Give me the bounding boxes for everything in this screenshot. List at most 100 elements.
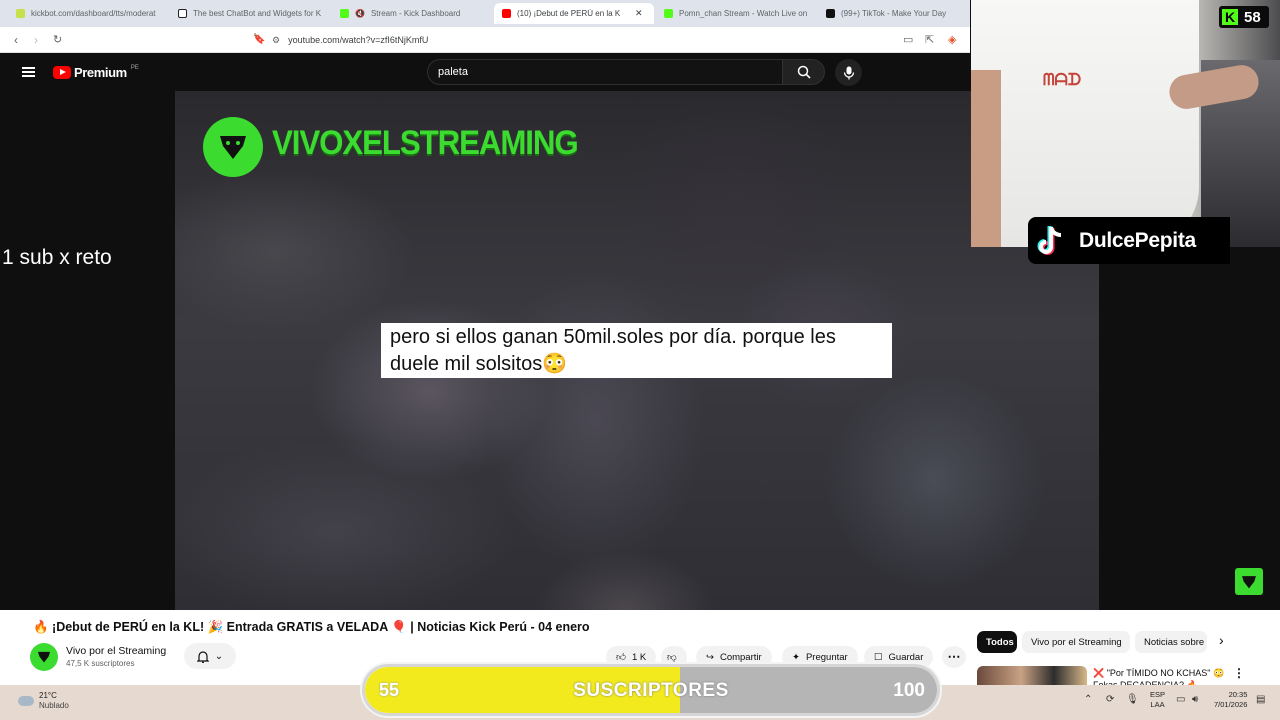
tab-title: The best ChatBot and Widgets for K bbox=[193, 9, 322, 18]
temperature: 21°C bbox=[39, 691, 57, 700]
forward-icon[interactable]: › bbox=[34, 32, 38, 48]
subscriber-count: 47,5 K suscriptores bbox=[66, 659, 135, 668]
muted-icon: 🔇 bbox=[355, 9, 365, 18]
youtube-favicon-icon bbox=[502, 9, 511, 18]
brave-shield-icon[interactable]: ◈ bbox=[948, 33, 956, 46]
tiktok-name-bar: DulcePepita bbox=[1028, 217, 1230, 264]
chip-todos[interactable]: Todos bbox=[977, 631, 1017, 653]
page-left-gutter bbox=[0, 91, 175, 610]
channel-watermark[interactable] bbox=[1235, 568, 1263, 595]
vivoxelstreaming-logo bbox=[203, 117, 263, 177]
thumbs-up-icon: 👍︎ bbox=[616, 652, 626, 663]
browser-tab-youtube-active[interactable]: (10) ¡Debut de PERÚ en la K ✕ bbox=[494, 3, 654, 24]
tab-title: kickbot.com/dashboard/tts/moderat bbox=[31, 9, 156, 18]
kick-favicon-icon bbox=[340, 9, 349, 18]
chatbot-favicon-icon bbox=[178, 9, 187, 18]
save-playlist-icon: ☐ bbox=[874, 651, 883, 663]
kick-viewer-badge: K 58 bbox=[1219, 6, 1269, 28]
webcam-overlay: ᗰᗩᗪ bbox=[971, 0, 1280, 247]
close-tab-icon[interactable]: ✕ bbox=[635, 8, 643, 19]
tab-title: (99+) TikTok - Make Your Day bbox=[841, 9, 947, 18]
save-label: Guardar bbox=[888, 651, 924, 663]
brand-name: VIVOXELSTREAMING bbox=[272, 124, 579, 162]
bookmark-icon[interactable]: 🔖 bbox=[253, 32, 265, 48]
reload-icon[interactable]: ↻ bbox=[53, 32, 62, 48]
notifications-icon[interactable]: ▤ bbox=[1256, 694, 1265, 705]
browser-tab-kick-dashboard[interactable]: 🔇 Stream - Kick Dashboard bbox=[332, 3, 490, 24]
shirt-print-graphic: ᗰᗩᗪ bbox=[1043, 72, 1082, 89]
menu-icon[interactable] bbox=[22, 67, 35, 77]
kick-favicon-icon bbox=[664, 9, 673, 18]
more-actions-icon[interactable]: ⋯ bbox=[942, 646, 966, 668]
video-title: 🔥 ¡Debut de PERÚ en la KL! 🎉 Entrada GRA… bbox=[33, 620, 590, 634]
like-count: 1 K bbox=[631, 651, 647, 663]
network-icon[interactable]: ▭ bbox=[1176, 694, 1185, 705]
more-vertical-icon[interactable]: ⋮ bbox=[1233, 666, 1245, 680]
weather-widget[interactable]: 21°C Nublado bbox=[18, 691, 69, 711]
tiktok-username: DulcePepita bbox=[1079, 228, 1196, 252]
back-icon[interactable]: ‹ bbox=[14, 32, 18, 48]
browser-tab-strip: kickbot.com/dashboard/tts/moderat The be… bbox=[0, 0, 970, 27]
microphone-tray-icon[interactable]: 🎙︎ bbox=[1126, 694, 1139, 705]
ask-label: Preguntar bbox=[805, 651, 848, 663]
language-indicator[interactable]: ESP LAA bbox=[1150, 690, 1165, 710]
thumbs-down-icon: 👎︎ bbox=[667, 652, 677, 663]
system-clock[interactable]: 20:35 7/01/2026 bbox=[1214, 690, 1247, 710]
search-icon bbox=[797, 65, 811, 79]
url-text: youtube.com/watch?v=zfI6tNjKmfU bbox=[288, 35, 429, 45]
language-code: ESP bbox=[1150, 690, 1166, 699]
webcam-arm bbox=[971, 70, 1001, 247]
browser-tab-tiktok[interactable]: (99+) TikTok - Make Your Day bbox=[818, 3, 968, 24]
sparkle-icon: ✦ bbox=[792, 651, 800, 663]
cloud-icon bbox=[18, 696, 34, 706]
search-input[interactable]: paleta bbox=[427, 59, 783, 85]
youtube-logo-text: Premium bbox=[74, 65, 127, 80]
cast-icon[interactable]: ▭ bbox=[903, 33, 913, 46]
sync-icon[interactable]: ⟳ bbox=[1106, 694, 1114, 705]
webcam-person bbox=[971, 0, 1199, 247]
notification-bell-button[interactable]: ⌄ bbox=[184, 643, 236, 669]
clock-time: 20:35 bbox=[1228, 690, 1248, 699]
browser-tab-chatbot[interactable]: The best ChatBot and Widgets for K bbox=[170, 3, 328, 24]
kick-logo-icon: K bbox=[1222, 9, 1238, 25]
chip-label: Vivo por el Streaming bbox=[1031, 636, 1122, 648]
site-info-icon[interactable]: ⚙ bbox=[272, 35, 280, 46]
tiktok-logo-icon bbox=[1033, 222, 1071, 260]
share-icon[interactable]: ⇱ bbox=[925, 33, 934, 46]
youtube-play-icon bbox=[53, 66, 71, 79]
chip-vivo-por-el-streaming[interactable]: Vivo por el Streaming bbox=[1022, 631, 1130, 653]
sub-challenge-text: 1 sub x reto bbox=[2, 246, 112, 269]
chevron-down-icon: ⌄ bbox=[214, 650, 224, 662]
chevron-up-icon[interactable]: ⌃ bbox=[1084, 694, 1092, 705]
chevron-right-icon[interactable]: › bbox=[1219, 632, 1224, 648]
tab-title: Stream - Kick Dashboard bbox=[370, 9, 461, 18]
youtube-header: Premium PE paleta bbox=[0, 53, 970, 91]
weather-condition: Nublado bbox=[39, 701, 69, 710]
channel-avatar[interactable] bbox=[30, 643, 58, 671]
share-label: Compartir bbox=[719, 651, 762, 663]
youtube-logo[interactable]: Premium PE bbox=[53, 65, 139, 80]
search-button[interactable] bbox=[783, 59, 825, 85]
tiktok-favicon-icon bbox=[826, 9, 835, 18]
channel-name[interactable]: Vivo por el Streaming bbox=[66, 645, 166, 657]
voice-search-button[interactable] bbox=[835, 59, 862, 86]
recommended-video-thumbnail[interactable] bbox=[977, 666, 1087, 686]
browser-tab-kickbot[interactable]: kickbot.com/dashboard/tts/moderat bbox=[8, 3, 166, 24]
chip-label: Noticias sobre p bbox=[1144, 636, 1207, 648]
goal-target-value: 100 bbox=[893, 680, 925, 701]
shield-mascot-icon bbox=[1242, 575, 1256, 588]
recommended-title-line: ❌ "Por TÍMIDO NO KCHAS" 😳 bbox=[1093, 668, 1225, 678]
chip-noticias[interactable]: Noticias sobre p bbox=[1135, 631, 1207, 653]
volume-icon[interactable]: 🔊︎ bbox=[1192, 694, 1198, 705]
address-bar[interactable]: ⚙ youtube.com/watch?v=zfI6tNjKmfU bbox=[272, 31, 832, 49]
subscriber-goal-bar: 55 SUSCRIPTORES 100 bbox=[362, 664, 940, 716]
clock-date: 7/01/2026 bbox=[1214, 700, 1248, 709]
keyboard-layout: LAA bbox=[1150, 700, 1165, 709]
bell-icon bbox=[196, 650, 209, 663]
shield-mascot-icon bbox=[38, 651, 50, 663]
share-arrow-icon: ↪ bbox=[706, 651, 714, 663]
microphone-icon bbox=[843, 66, 854, 79]
tab-title: (10) ¡Debut de PERÚ en la K bbox=[517, 9, 621, 18]
browser-tab-pomn-chan[interactable]: Pomn_chan Stream - Watch Live on bbox=[656, 3, 814, 24]
chip-label: Todos bbox=[986, 636, 1014, 648]
